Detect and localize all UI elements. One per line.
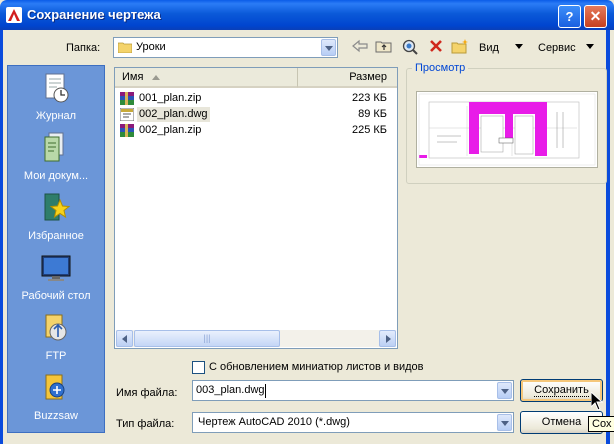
file-list[interactable]: Имя Размер 001_plan.zip 223 КБ 002_plan.…: [114, 67, 398, 349]
place-label: Избранное: [28, 230, 84, 242]
file-name: 002_plan.zip: [139, 124, 202, 136]
column-header-name[interactable]: Имя: [115, 68, 297, 88]
save-button-label: Сохранить: [534, 384, 589, 397]
filename-input[interactable]: 003_plan.dwg: [196, 384, 265, 396]
scroll-right-button[interactable]: [379, 330, 396, 347]
delete-icon[interactable]: [426, 38, 446, 58]
place-buzzsaw[interactable]: Buzzsaw: [8, 372, 104, 422]
autocad-app-icon: [6, 7, 22, 23]
search-web-icon[interactable]: [400, 38, 420, 58]
scroll-left-button[interactable]: [116, 330, 133, 347]
filename-dropdown-arrow[interactable]: [497, 382, 512, 399]
scroll-thumb[interactable]: |||: [134, 330, 280, 347]
filetype-combo[interactable]: Чертеж AutoCAD 2010 (*.dwg): [192, 412, 514, 433]
history-icon: [41, 72, 71, 104]
preview-label: Просмотр: [412, 62, 469, 74]
place-label: Buzzsaw: [33, 410, 79, 422]
tools-menu[interactable]: Сервис: [538, 42, 576, 54]
dwg-file-icon: [119, 107, 135, 122]
filetype-label: Тип файла:: [116, 418, 175, 430]
file-size: 223 КБ: [351, 92, 387, 104]
close-button[interactable]: ✕: [584, 5, 607, 28]
place-favorites[interactable]: Избранное: [8, 192, 104, 242]
sort-ascending-icon: [152, 75, 160, 80]
new-folder-icon[interactable]: [450, 38, 470, 58]
column-header-size[interactable]: Размер: [297, 68, 397, 88]
filetype-dropdown-arrow[interactable]: [497, 414, 512, 431]
place-my-documents[interactable]: Мои докум...: [8, 132, 104, 182]
view-dropdown-arrow[interactable]: [515, 44, 523, 49]
folder-value: Уроки: [136, 41, 166, 53]
place-desktop[interactable]: Рабочий стол: [8, 252, 104, 302]
back-icon[interactable]: [350, 38, 370, 58]
file-row[interactable]: 001_plan.zip 223 КБ: [119, 91, 395, 106]
filename-combo[interactable]: 003_plan.dwg: [192, 380, 514, 401]
my-documents-icon: [41, 132, 71, 164]
arrow-left-icon: [122, 335, 127, 343]
help-button[interactable]: ?: [558, 5, 581, 28]
update-thumbnails-checkbox[interactable]: [192, 361, 205, 374]
column-header-label: Имя: [122, 71, 144, 83]
place-label: FTP: [45, 350, 67, 362]
file-size: 89 КБ: [358, 108, 387, 120]
tooltip-text: Сох: [592, 418, 612, 430]
places-bar: Журнал Мои докум... Избранное Рабочий ст…: [7, 65, 105, 433]
place-label: Рабочий стол: [21, 290, 91, 302]
place-label: Мои докум...: [23, 170, 89, 182]
file-row-selected[interactable]: 002_plan.dwg 89 КБ: [119, 107, 395, 122]
up-folder-icon[interactable]: [374, 38, 394, 58]
window-title: Сохранение чертежа: [27, 7, 161, 22]
horizontal-scrollbar[interactable]: |||: [116, 330, 396, 347]
folder-combo[interactable]: Уроки: [113, 37, 338, 58]
scroll-grip: |||: [203, 333, 211, 343]
cancel-button-label: Отмена: [541, 416, 582, 428]
place-history[interactable]: Журнал: [8, 72, 104, 122]
favorites-icon: [41, 192, 71, 224]
place-ftp[interactable]: FTP: [8, 312, 104, 362]
folder-icon: [117, 42, 133, 54]
tooltip: Сох: [588, 416, 614, 432]
tools-dropdown-arrow[interactable]: [586, 44, 594, 49]
ftp-icon: [41, 312, 71, 344]
preview-thumbnail: [416, 91, 598, 168]
mouse-cursor-icon: [590, 390, 604, 411]
file-row[interactable]: 002_plan.zip 225 КБ: [119, 123, 395, 138]
view-menu[interactable]: Вид: [479, 42, 499, 54]
column-header-label: Размер: [349, 71, 387, 83]
folder-label: Папка:: [66, 42, 101, 54]
filetype-value: Чертеж AutoCAD 2010 (*.dwg): [198, 416, 350, 428]
buzzsaw-icon: [41, 372, 71, 404]
desktop-icon: [41, 252, 71, 284]
arrow-right-icon: [386, 335, 391, 343]
file-name: 001_plan.zip: [139, 92, 202, 104]
filename-label: Имя файла:: [116, 387, 178, 399]
folder-dropdown-arrow[interactable]: [321, 39, 336, 56]
winrar-archive-icon: [120, 92, 134, 105]
file-size: 225 КБ: [351, 124, 387, 136]
place-label: Журнал: [35, 110, 77, 122]
winrar-archive-icon: [120, 124, 134, 137]
text-cursor: [265, 384, 266, 398]
update-thumbnails-label: С обновлением миниатюр листов и видов: [209, 361, 424, 373]
file-name: 002_plan.dwg: [137, 107, 210, 122]
